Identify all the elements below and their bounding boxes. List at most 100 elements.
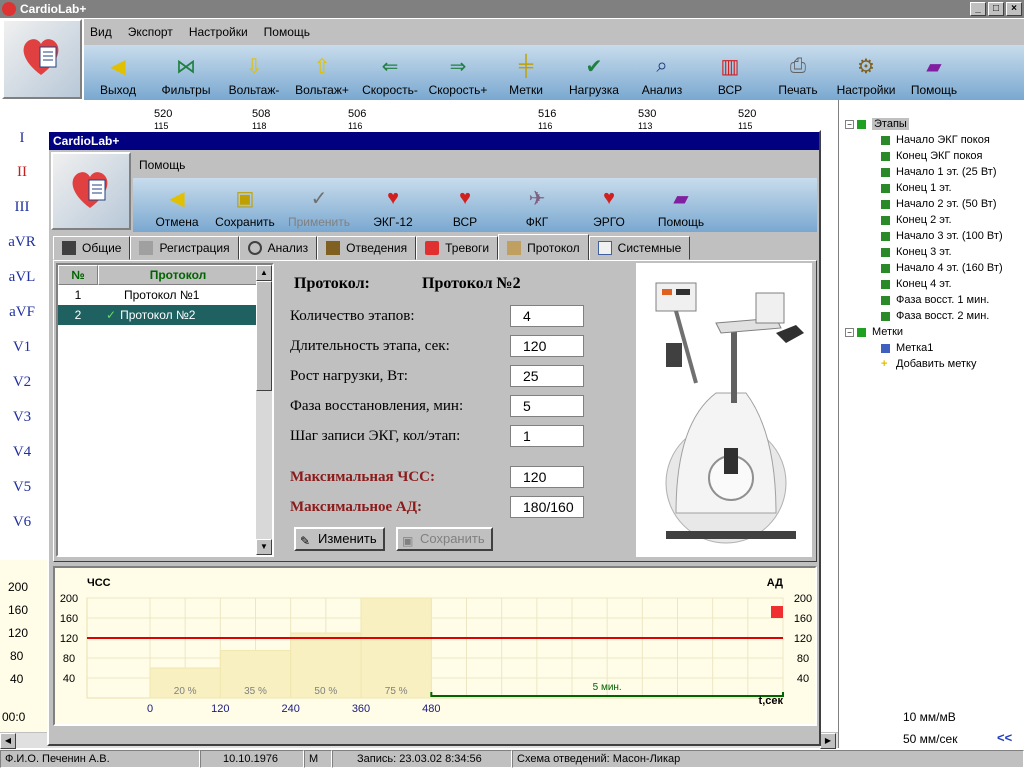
menu-view[interactable]: Вид (90, 25, 112, 39)
close-button[interactable]: × (1006, 2, 1022, 16)
tab-system[interactable]: Системные (588, 236, 691, 260)
tab-label: Протокол (527, 240, 580, 255)
tree-item-stage[interactable]: Конец 2 эт. (845, 212, 1003, 228)
tree-item-add-mark[interactable]: + Добавить метку (845, 356, 1003, 372)
collapse-icon[interactable]: − (845, 120, 854, 129)
load-button[interactable]: ✔ Нагрузка (560, 45, 628, 100)
recovery-phase-input[interactable]: 5 (510, 395, 584, 417)
collapse-icon[interactable]: − (845, 328, 854, 337)
list-row-selected[interactable]: 2 ✓ Протокол №2 (58, 305, 272, 325)
registration-icon (139, 241, 154, 255)
menu-help[interactable]: Помощь (264, 25, 310, 39)
dialog-menubar: Помощь (133, 152, 817, 178)
save-button[interactable]: ▣ Сохранить (396, 527, 493, 551)
scroll-left-arrow[interactable]: ◀ (0, 733, 16, 749)
field-recovery-phase: Фаза восстановления, мин: 5 (290, 395, 630, 419)
analysis-button[interactable]: ⌕ Анализ (628, 45, 696, 100)
max-hr-input[interactable]: 120 (510, 466, 584, 488)
stage-icon (881, 135, 890, 145)
tree-item-mark[interactable]: Метка1 (845, 340, 1003, 356)
tree-node-marks[interactable]: − Метки (845, 324, 1003, 340)
stage-icon (881, 183, 890, 193)
system-icon (597, 241, 612, 255)
tab-leads[interactable]: Отведения (317, 236, 417, 260)
hrv-dialog-button[interactable]: ♥ ВСР (429, 178, 501, 232)
row-protocol-cell: ✓ Протокол №2 (98, 305, 258, 325)
stage-label: 20 % (174, 686, 197, 697)
menu-settings[interactable]: Настройки (189, 25, 248, 39)
help-book-icon: ▰ (673, 187, 689, 210)
ecg-step-input[interactable]: 1 (510, 425, 584, 447)
print-button[interactable]: ⎙ Печать (764, 45, 832, 100)
edit-button[interactable]: ✎ Изменить (294, 527, 385, 551)
protocol-icon (507, 240, 522, 255)
speed-down-button[interactable]: ⇐ Скорость- (356, 45, 424, 100)
scroll-up-arrow[interactable]: ▲ (256, 265, 272, 281)
dialog-menu-help[interactable]: Помощь (139, 158, 185, 172)
tree-label: Конец 3 эт. (896, 246, 952, 258)
tree-item-stage[interactable]: Конец ЭКГ покоя (845, 148, 1003, 164)
recovery-label: 5 мин. (593, 682, 622, 693)
tab-analysis[interactable]: Анализ (238, 236, 318, 260)
tree-node-stages[interactable]: − Этапы (845, 116, 1003, 132)
cancel-button[interactable]: ◀ Отмена (145, 178, 209, 232)
tree-item-stage[interactable]: Фаза восст. 1 мин. (845, 292, 1003, 308)
maximize-button[interactable]: □ (988, 2, 1004, 16)
dialog-help-label: Помощь (657, 215, 705, 229)
help-book-icon: ▰ (926, 55, 942, 78)
menu-export[interactable]: Экспорт (128, 25, 173, 39)
record-time: Запись: 23.03.02 8:34:56 (332, 750, 512, 768)
list-row[interactable]: 1 Протокол №1 (58, 285, 272, 305)
tree-item-stage[interactable]: Конец 3 эт. (845, 244, 1003, 260)
tab-alarms[interactable]: Тревоги (416, 236, 499, 260)
scroll-right-arrow[interactable]: ▶ (820, 733, 836, 749)
stage-count-input[interactable]: 4 (510, 305, 584, 327)
help-button[interactable]: ▰ Помощь (900, 45, 968, 100)
ecg12-button[interactable]: ♥ ЭКГ-12 (357, 178, 429, 232)
tree-item-stage[interactable]: Конец 4 эт. (845, 276, 1003, 292)
column-protocol[interactable]: Протокол (98, 265, 258, 285)
list-scrollbar[interactable]: ▲ ▼ (256, 265, 272, 555)
column-number[interactable]: № (58, 265, 98, 285)
settings-label: Настройки (836, 83, 896, 97)
voltage-up-button[interactable]: ⇧ Вольтаж+ (288, 45, 356, 100)
stage-duration-input[interactable]: 120 (510, 335, 584, 357)
y-tick-right: 80 (797, 653, 809, 665)
speed-up-button[interactable]: ⇒ Скорость+ (424, 45, 492, 100)
collapse-panel-button[interactable]: << (997, 730, 1012, 745)
status-bar: Ф.И.О. Печенин А.В. 10.10.1976 М Запись:… (0, 750, 1024, 768)
alarm-icon (425, 241, 440, 255)
window-controls: _ □ × (970, 2, 1022, 16)
pcg-button[interactable]: ✈ ФКГ (501, 178, 573, 232)
settings-button[interactable]: ⚙ Настройки (832, 45, 900, 100)
marks-button[interactable]: ╪ Метки (492, 45, 560, 100)
tree-item-stage[interactable]: Фаза восст. 2 мин. (845, 308, 1003, 324)
ergo-button[interactable]: ♥ ЭРГО (573, 178, 645, 232)
tab-protocol[interactable]: Протокол (498, 234, 589, 260)
stage-icon (881, 263, 890, 273)
minimize-button[interactable]: _ (970, 2, 986, 16)
stage-icon (881, 295, 890, 305)
scroll-down-arrow[interactable]: ▼ (256, 539, 272, 555)
tree-item-stage[interactable]: Начало ЭКГ покоя (845, 132, 1003, 148)
tab-label: Общие (82, 241, 122, 255)
tree-item-stage[interactable]: Начало 2 эт. (50 Вт) (845, 196, 1003, 212)
field-max-hr: Максимальная ЧСС: 120 (290, 466, 630, 490)
apply-button[interactable]: ✓ Применить (281, 178, 357, 232)
save-toolbar-button[interactable]: ▣ Сохранить (209, 178, 281, 232)
tree-item-stage[interactable]: Конец 1 эт. (845, 180, 1003, 196)
filters-button[interactable]: ⋈ Фильтры (152, 45, 220, 100)
tab-registration[interactable]: Регистрация (130, 236, 239, 260)
hrv-button[interactable]: ▥ ВСР (696, 45, 764, 100)
tree-item-stage[interactable]: Начало 1 эт. (25 Вт) (845, 164, 1003, 180)
dialog-help-button[interactable]: ▰ Помощь (645, 178, 717, 232)
voltage-down-button[interactable]: ⇩ Вольтаж- (220, 45, 288, 100)
tree-item-stage[interactable]: Начало 3 эт. (100 Вт) (845, 228, 1003, 244)
scroll-thumb[interactable] (256, 281, 272, 391)
max-bp-input[interactable]: 180/160 (510, 496, 584, 518)
tree-label: Метка1 (896, 342, 934, 354)
tab-general[interactable]: Общие (53, 236, 131, 260)
tree-item-stage[interactable]: Начало 4 эт. (160 Вт) (845, 260, 1003, 276)
exit-button[interactable]: ◀ Выход (84, 45, 152, 100)
load-increment-input[interactable]: 25 (510, 365, 584, 387)
